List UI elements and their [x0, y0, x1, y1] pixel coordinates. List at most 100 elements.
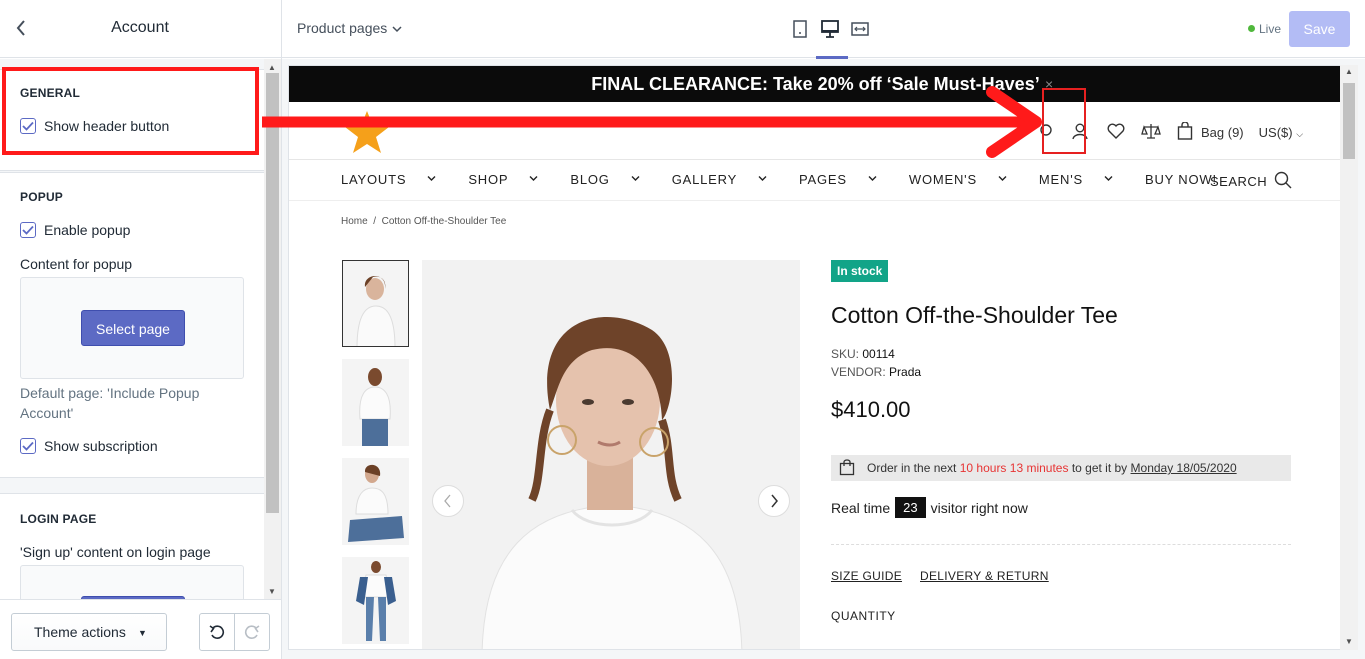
page-picker: Select page	[20, 277, 244, 379]
scrollbar-thumb[interactable]	[1343, 83, 1355, 159]
order-mid: to get it by	[1071, 461, 1128, 475]
nav-items: LAYOUTS SHOP BLOG GALLERY PAGES WOMEN'S MEN'S B…	[341, 172, 1249, 187]
chevron-left-icon[interactable]	[10, 18, 32, 42]
chevron-down-icon	[631, 175, 640, 184]
main-nav: LAYOUTS SHOP BLOG GALLERY PAGES WOMEN'S MEN'S B…	[289, 161, 1342, 201]
prev-image-button[interactable]	[432, 485, 464, 517]
fullwidth-icon[interactable]	[849, 18, 875, 42]
highlight-box	[2, 67, 259, 155]
chevron-down-icon: ⌵	[1296, 129, 1304, 139]
thumbnail-1[interactable]	[342, 260, 409, 347]
sku-label: SKU:	[831, 347, 860, 361]
sidebar-footer: Theme actions ▼	[0, 599, 281, 659]
desktop-icon[interactable]	[816, 18, 848, 59]
stock-badge: In stock	[831, 260, 889, 282]
chevron-down-icon	[868, 175, 877, 184]
nav-item-layouts[interactable]: LAYOUTS	[341, 172, 452, 187]
mobile-icon[interactable]	[789, 18, 815, 42]
checkbox-checked-icon[interactable]	[20, 438, 36, 454]
nav-item-label: PAGES	[799, 172, 847, 187]
nav-item-gallery[interactable]: GALLERY	[672, 172, 783, 187]
login-page-picker	[20, 565, 244, 599]
chevron-down-icon	[758, 175, 767, 184]
realtime-visitors: Real time 23 visitor right now	[831, 497, 1301, 518]
nav-item-label: BLOG	[570, 172, 610, 187]
chevron-down-icon	[998, 175, 1007, 184]
star-logo-icon[interactable]	[343, 108, 391, 161]
redo-icon[interactable]	[235, 614, 270, 650]
next-image-button[interactable]	[758, 485, 790, 517]
currency-selector[interactable]: US($) ⌵	[1259, 125, 1303, 140]
live-label: Live	[1259, 22, 1282, 36]
thumbnail-3[interactable]	[342, 458, 409, 545]
checkbox-checked-icon[interactable]	[20, 222, 36, 238]
page-selector-label: Product pages	[297, 20, 388, 36]
login-page-section: LOGIN PAGE 'Sign up' content on login pa…	[0, 493, 264, 599]
order-countdown: 10 hours 13 minutes	[959, 461, 1069, 475]
theme-actions-label: Theme actions	[34, 624, 126, 640]
size-guide-link[interactable]: SIZE GUIDE	[831, 569, 902, 583]
preview-scrollbar[interactable]: ▲ ▼	[1340, 65, 1358, 650]
bag-count[interactable]: Bag (9)	[1201, 125, 1244, 140]
thumbnail-2[interactable]	[342, 359, 409, 446]
search-icon	[1274, 171, 1292, 192]
heart-icon[interactable]	[1107, 123, 1125, 142]
scrollbar-thumb[interactable]	[266, 73, 279, 513]
search-link[interactable]: SEARCH	[1210, 171, 1292, 192]
scroll-down-icon[interactable]: ▼	[1345, 637, 1353, 646]
save-button[interactable]: Save	[1289, 11, 1350, 47]
highlight-box-user-icon	[1042, 88, 1086, 154]
scroll-up-icon[interactable]: ▲	[268, 63, 276, 72]
scroll-down-icon[interactable]: ▼	[268, 587, 276, 596]
delivery-estimate: Order in the next 10 hours 13 minutes to…	[831, 455, 1291, 481]
breadcrumb-home[interactable]: Home	[341, 216, 368, 227]
order-prefix: Order in the next	[867, 461, 957, 475]
scroll-up-icon[interactable]: ▲	[1345, 67, 1353, 76]
nav-item-label: BUY NOW!	[1144, 172, 1217, 187]
section-title-popup: POPUP	[20, 190, 64, 204]
signup-content-label: 'Sign up' content on login page	[20, 544, 211, 560]
breadcrumb: Home / Cotton Off-the-Shoulder Tee	[341, 216, 506, 227]
show-subscription-checkbox[interactable]: Show subscription	[20, 438, 244, 454]
status-dot-icon	[1248, 25, 1255, 32]
product-title: Cotton Off-the-Shoulder Tee	[831, 302, 1118, 328]
product-sku: SKU: 00114	[831, 347, 1301, 361]
nav-item-blog[interactable]: BLOG	[570, 172, 655, 187]
delivery-return-link[interactable]: DELIVERY & RETURN	[920, 569, 1049, 583]
nav-item-shop[interactable]: SHOP	[468, 172, 554, 187]
caret-down-icon: ▼	[138, 628, 147, 638]
nav-item-label: GALLERY	[671, 172, 738, 187]
nav-item-men-s[interactable]: MEN'S	[1039, 172, 1129, 187]
checkbox-label: Enable popup	[44, 222, 131, 238]
vendor-value: Prada	[889, 365, 922, 379]
undo-redo-group	[199, 613, 270, 651]
sidebar-scrollbar[interactable]: ▲ ▼	[264, 59, 281, 599]
currency-label: US($)	[1258, 125, 1293, 140]
store-preview-frame: FINAL CLEARANCE: Take 20% off ‘Sale Must…	[288, 65, 1358, 650]
nav-item-label: MEN'S	[1038, 172, 1083, 187]
select-page-button[interactable]: Select page	[81, 310, 185, 346]
realtime-suffix: visitor right now	[930, 499, 1028, 516]
shopping-bag-icon	[839, 459, 855, 485]
nav-item-women-s[interactable]: WOMEN'S	[909, 172, 1023, 187]
live-status: Live	[1248, 22, 1281, 36]
product-info: In stock Cotton Off-the-Shoulder Tee SKU…	[831, 260, 1301, 623]
search-label: SEARCH	[1210, 174, 1268, 189]
compare-icon[interactable]	[1141, 122, 1161, 143]
main-product-image[interactable]	[422, 260, 800, 649]
nav-item-pages[interactable]: PAGES	[799, 172, 893, 187]
bag-icon[interactable]	[1177, 121, 1193, 143]
product-price: $410.00	[831, 397, 911, 422]
vendor-label: VENDOR:	[831, 365, 886, 379]
realtime-prefix: Real time	[831, 499, 891, 516]
nav-item-label: WOMEN'S	[908, 172, 977, 187]
theme-actions-button[interactable]: Theme actions ▼	[11, 613, 167, 651]
page-selector[interactable]: Product pages	[297, 20, 402, 36]
chevron-down-icon	[529, 175, 538, 184]
announcement-text: FINAL CLEARANCE: Take 20% off ‘Sale Must…	[591, 74, 1040, 94]
enable-popup-checkbox[interactable]: Enable popup	[20, 222, 244, 238]
panel-title: Account	[111, 19, 169, 36]
undo-icon[interactable]	[200, 614, 235, 650]
chevron-down-icon	[427, 175, 436, 184]
thumbnail-4[interactable]	[342, 557, 409, 644]
